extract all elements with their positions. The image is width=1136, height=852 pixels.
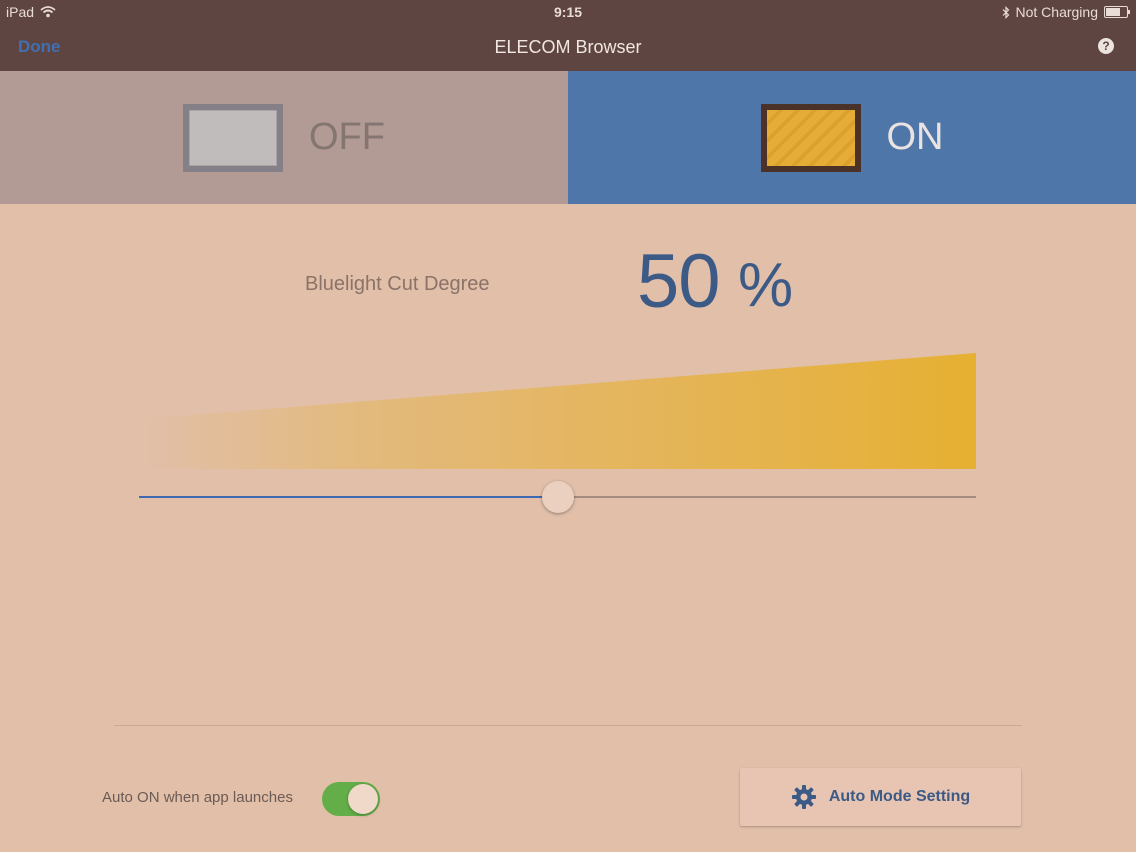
bluetooth-icon	[1002, 5, 1009, 19]
gear-icon	[791, 785, 816, 809]
status-time: 9:15	[553, 4, 583, 20]
slider-thumb[interactable]	[541, 481, 574, 513]
switch-knob	[348, 784, 378, 814]
off-toggle-button[interactable]: OFF	[0, 71, 568, 204]
degree-label: Bluelight Cut Degree	[305, 273, 490, 295]
screen-on-icon	[760, 103, 861, 172]
status-right: Not Charging	[1002, 4, 1130, 20]
auto-mode-label: Auto Mode Setting	[828, 788, 971, 805]
battery-icon	[1104, 6, 1130, 18]
auto-on-switch[interactable]	[322, 782, 380, 816]
auto-on-label: Auto ON when app launches	[102, 789, 293, 806]
off-label: OFF	[309, 116, 385, 158]
degree-value: 50	[637, 239, 721, 324]
screen-off-icon	[183, 103, 283, 172]
auto-mode-setting-button[interactable]: Auto Mode Setting	[740, 768, 1021, 826]
battery-level	[1106, 8, 1120, 16]
status-bar: iPad 9:15 Not Charging	[0, 0, 1136, 24]
intensity-wedge	[140, 353, 976, 469]
divider	[114, 725, 1022, 726]
page-title: ELECOM Browser	[494, 37, 642, 57]
help-icon[interactable]: ?	[1098, 38, 1114, 54]
slider-track-fill	[139, 496, 558, 498]
on-label: ON	[886, 116, 944, 158]
navigation-bar: Done ELECOM Browser ?	[0, 24, 1136, 71]
degree-slider[interactable]	[139, 481, 976, 513]
degree-unit: %	[738, 251, 794, 320]
charging-status: Not Charging	[1015, 4, 1099, 20]
on-toggle-button[interactable]: ON	[568, 71, 1136, 204]
